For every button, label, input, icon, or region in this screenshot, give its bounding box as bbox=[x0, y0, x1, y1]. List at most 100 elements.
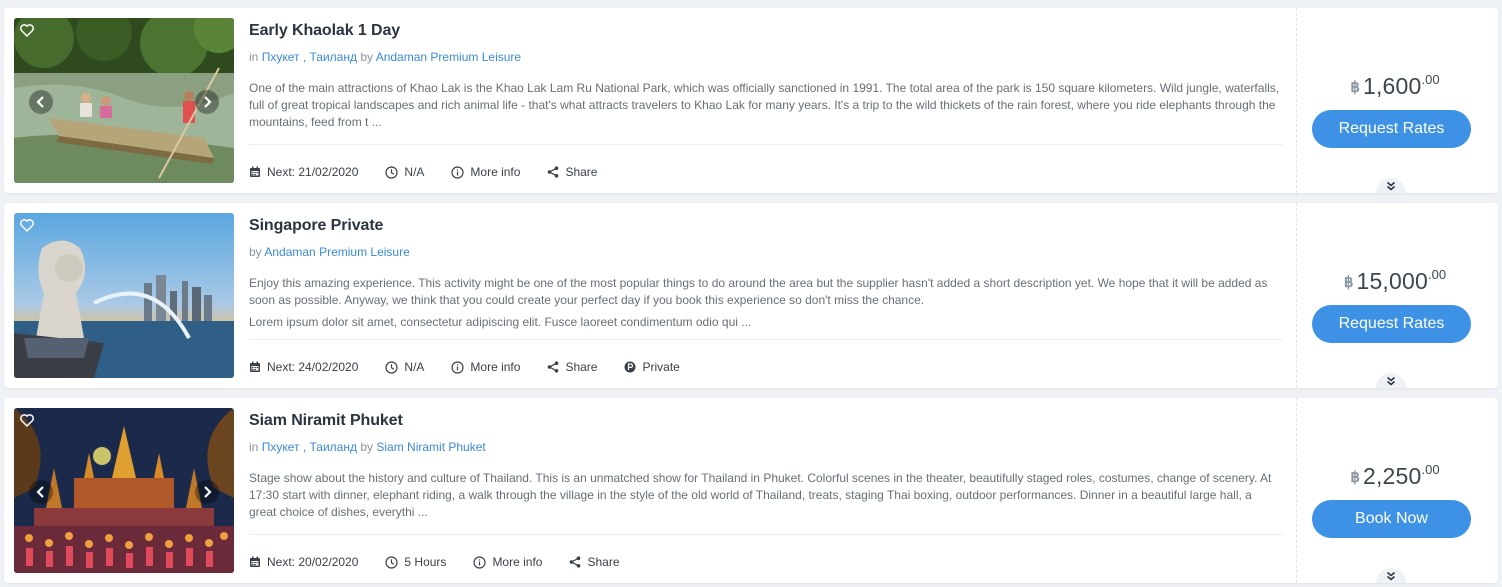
listing-meta: Next: 21/02/2020 N/A More info Share bbox=[249, 164, 624, 180]
country-link[interactable]: Таиланд bbox=[310, 50, 357, 64]
clock-icon bbox=[385, 165, 399, 179]
share-icon bbox=[548, 361, 559, 373]
price: ฿ 2,250.00 bbox=[1300, 462, 1490, 490]
heart-icon[interactable] bbox=[19, 217, 35, 233]
previous-image-button[interactable] bbox=[29, 90, 53, 114]
calendar-icon bbox=[250, 166, 260, 177]
listing-image[interactable] bbox=[14, 408, 234, 573]
private-tag: Private bbox=[624, 360, 680, 374]
next-image-button[interactable] bbox=[195, 90, 219, 114]
next-date-text: Next: 21/02/2020 bbox=[267, 165, 359, 179]
listing-meta: Next: 24/02/2020 N/A More info Share Pri… bbox=[249, 359, 707, 375]
location-separator: , bbox=[302, 50, 307, 64]
request-rates-button[interactable]: Request Rates bbox=[1312, 305, 1471, 343]
share-icon bbox=[548, 166, 559, 178]
next-date-text: Next: 20/02/2020 bbox=[267, 555, 359, 569]
next-date-text: Next: 24/02/2020 bbox=[267, 360, 359, 374]
more-info-link[interactable]: More info bbox=[451, 360, 520, 374]
previous-image-button[interactable] bbox=[29, 480, 53, 504]
listing-card: Singapore Private by Andaman Premium Lei… bbox=[4, 203, 1498, 388]
double-chevron-down-icon bbox=[1386, 376, 1396, 386]
next-date: Next: 24/02/2020 bbox=[249, 360, 358, 374]
supplier-link[interactable]: Siam Niramit Phuket bbox=[376, 440, 485, 454]
chevron-right-icon bbox=[204, 486, 212, 498]
description-text-extra: Lorem ipsum dolor sit amet, consectetur … bbox=[249, 315, 752, 329]
listing-card: Early Khaolak 1 Day in Пхукет , Таиланд … bbox=[4, 8, 1498, 193]
price-decimals: .00 bbox=[1421, 72, 1440, 87]
share-label: Share bbox=[565, 360, 598, 374]
double-chevron-down-icon bbox=[1386, 571, 1396, 581]
more-info-label: More info bbox=[470, 360, 521, 374]
more-info-label: More info bbox=[492, 555, 543, 569]
by-label: by bbox=[360, 50, 374, 64]
listing-location: in Пхукет , Таиланд by Andaman Premium L… bbox=[249, 50, 521, 64]
duration: 5 Hours bbox=[385, 555, 446, 569]
info-circle-icon bbox=[451, 165, 465, 179]
listing-title[interactable]: Early Khaolak 1 Day bbox=[249, 22, 400, 40]
book-now-button[interactable]: Book Now bbox=[1312, 500, 1471, 538]
currency-symbol: ฿ bbox=[1343, 274, 1354, 291]
next-date: Next: 20/02/2020 bbox=[249, 555, 358, 569]
location-in-label: in bbox=[249, 50, 259, 64]
city-link[interactable]: Пхукет bbox=[262, 50, 300, 64]
listing-photo-merlion bbox=[14, 213, 234, 378]
more-info-link[interactable]: More info bbox=[451, 165, 520, 179]
description-text: One of the main attractions of Khao Lak … bbox=[249, 81, 1280, 129]
expand-button[interactable] bbox=[1376, 373, 1406, 388]
heart-icon[interactable] bbox=[19, 22, 35, 38]
clock-icon bbox=[385, 360, 399, 374]
request-rates-button[interactable]: Request Rates bbox=[1312, 110, 1471, 148]
by-label: by bbox=[249, 245, 262, 259]
duration: N/A bbox=[385, 165, 424, 179]
country-link[interactable]: Таиланд bbox=[310, 440, 357, 454]
next-image-button[interactable] bbox=[195, 480, 219, 504]
supplier-link[interactable]: Andaman Premium Leisure bbox=[376, 50, 521, 64]
listing-body: Siam Niramit Phuket in Пхукет , Таиланд … bbox=[249, 398, 1283, 583]
calendar-icon bbox=[250, 361, 260, 372]
price-decimals: .00 bbox=[1428, 267, 1447, 282]
listing-image[interactable] bbox=[14, 213, 234, 378]
listing-title[interactable]: Siam Niramit Phuket bbox=[249, 412, 403, 430]
supplier-link[interactable]: Andaman Premium Leisure bbox=[264, 245, 409, 259]
calendar-icon bbox=[250, 556, 260, 567]
share-link[interactable]: Share bbox=[547, 360, 597, 374]
listing-location: by Andaman Premium Leisure bbox=[249, 245, 410, 259]
share-link[interactable]: Share bbox=[547, 165, 597, 179]
listing-meta: Next: 20/02/2020 5 Hours More info Share bbox=[249, 554, 647, 570]
share-link[interactable]: Share bbox=[569, 555, 620, 569]
price: ฿ 1,600.00 bbox=[1300, 72, 1490, 100]
private-badge-icon bbox=[624, 361, 636, 373]
more-info-label: More info bbox=[470, 165, 521, 179]
expand-button[interactable] bbox=[1376, 178, 1406, 193]
expand-button[interactable] bbox=[1376, 568, 1406, 583]
listing-image[interactable] bbox=[14, 18, 234, 183]
price-separator bbox=[1296, 203, 1297, 388]
share-label: Share bbox=[565, 165, 598, 179]
double-chevron-down-icon bbox=[1386, 181, 1396, 191]
duration-text: 5 Hours bbox=[404, 555, 447, 569]
description-text: Enjoy this amazing experience. This acti… bbox=[249, 276, 1268, 307]
currency-symbol: ฿ bbox=[1350, 469, 1360, 486]
divider bbox=[249, 534, 1283, 535]
divider bbox=[249, 339, 1283, 340]
listing-card: Siam Niramit Phuket in Пхукет , Таиланд … bbox=[4, 398, 1498, 583]
listing-body: Singapore Private by Andaman Premium Lei… bbox=[249, 203, 1283, 388]
listing-location: in Пхукет , Таиланд by Siam Niramit Phuk… bbox=[249, 440, 486, 454]
info-circle-icon bbox=[473, 555, 487, 569]
heart-icon[interactable] bbox=[19, 412, 35, 428]
duration-text: N/A bbox=[404, 360, 425, 374]
chevron-right-icon bbox=[204, 96, 212, 108]
more-info-link[interactable]: More info bbox=[473, 555, 542, 569]
listing-description: One of the main attractions of Khao Lak … bbox=[249, 80, 1281, 131]
price-decimals: .00 bbox=[1421, 462, 1440, 477]
price-amount: 2,250 bbox=[1362, 463, 1422, 489]
location-in-label: in bbox=[249, 440, 259, 454]
info-circle-icon bbox=[451, 360, 465, 374]
next-date: Next: 21/02/2020 bbox=[249, 165, 358, 179]
city-link[interactable]: Пхукет bbox=[262, 440, 300, 454]
listing-title[interactable]: Singapore Private bbox=[249, 217, 383, 235]
price: ฿ 15,000.00 bbox=[1300, 267, 1490, 295]
listing-body: Early Khaolak 1 Day in Пхукет , Таиланд … bbox=[249, 8, 1283, 193]
price-amount: 1,600 bbox=[1362, 73, 1422, 99]
divider bbox=[249, 144, 1283, 145]
